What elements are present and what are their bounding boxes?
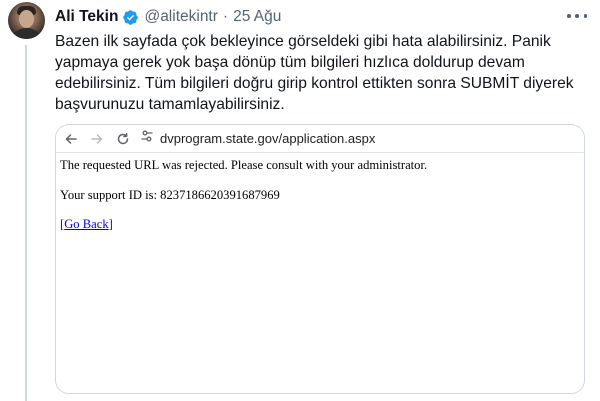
error-message: The requested URL was rejected. Please c… <box>60 158 428 172</box>
author-handle[interactable]: @alitekintr <box>144 8 217 26</box>
attached-screenshot[interactable]: dvprogram.state.gov/application.aspx The… <box>55 124 585 394</box>
separator-dot: · <box>222 8 229 25</box>
go-back-line: [Go Back] <box>60 217 113 232</box>
verified-badge-icon <box>122 9 139 26</box>
browser-toolbar: dvprogram.state.gov/application.aspx <box>56 125 584 153</box>
tweet-header: Ali Tekin @alitekintr · 25 Ağu <box>55 6 281 28</box>
back-arrow-icon[interactable] <box>60 128 82 150</box>
tweet-text: Bazen ilk sayfada çok bekleyince görseld… <box>55 31 595 115</box>
tweet-text-line: edebilirsiniz. Tüm bilgileri doğru girip… <box>55 75 574 92</box>
tweet-date[interactable]: 25 Ağu <box>233 8 281 26</box>
tweet-text-line: başvurunuzu tamamlayabilirsiniz. <box>55 96 285 113</box>
more-options-icon[interactable] <box>567 10 587 22</box>
site-info-icon[interactable] <box>140 129 154 148</box>
thread-line <box>25 45 27 401</box>
reload-icon[interactable] <box>112 128 134 150</box>
forward-arrow-icon[interactable] <box>86 128 108 150</box>
url-text[interactable]: dvprogram.state.gov/application.aspx <box>160 131 375 146</box>
go-back-link[interactable]: [Go Back] <box>60 217 113 231</box>
support-id: Your support ID is: 8237186620391687969 <box>60 188 280 202</box>
author-name[interactable]: Ali Tekin <box>55 8 118 26</box>
address-bar[interactable]: dvprogram.state.gov/application.aspx <box>140 129 375 148</box>
avatar[interactable] <box>8 2 45 39</box>
tweet-text-line: Bazen ilk sayfada çok bekleyince görseld… <box>55 33 551 50</box>
tweet-text-line: yapmaya gerek yok başa dönüp tüm bilgile… <box>55 54 525 71</box>
